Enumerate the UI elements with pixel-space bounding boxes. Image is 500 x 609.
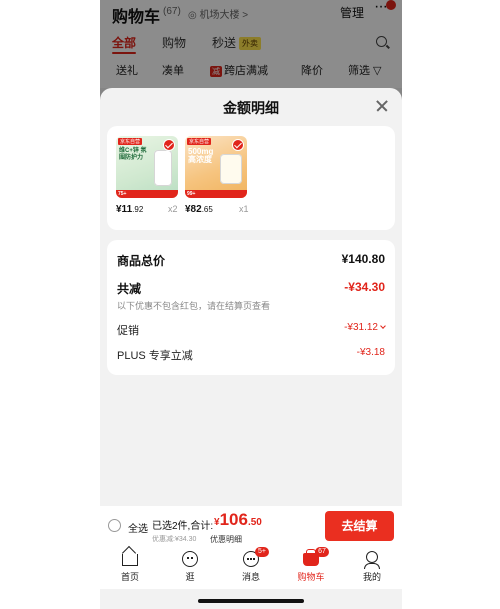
product-image: 京东自营 500mg 高浓度 99+: [185, 136, 247, 198]
product-quantity: x1: [239, 204, 249, 214]
price-decimal: .92: [132, 205, 144, 214]
product-card: 京东自营 维C+锌 氛围防护力 75+ ¥11.92 x2 京东自营 500mg…: [107, 126, 395, 230]
nav-label: 逛: [185, 572, 195, 582]
nav-label: 消息: [241, 572, 260, 582]
product-quantity: x2: [168, 204, 178, 214]
price-decimal: .65: [201, 205, 213, 214]
sheet-title: 金额明细: [223, 100, 279, 116]
promotion-label: 促销: [117, 325, 139, 337]
product-image-text: 500mg 高浓度: [188, 147, 214, 164]
bottom-tab-bar: 首页 逛 5+ 消息 67 购物车 我的: [100, 547, 402, 589]
product-image-text: 维C+锌 氛围防护力: [119, 148, 147, 161]
nav-explore[interactable]: 逛: [165, 549, 215, 589]
nav-cart[interactable]: 67 购物车: [286, 547, 336, 589]
total-price-row: 商品总价 ¥140.80: [117, 252, 385, 270]
discount-value: -¥34.30: [344, 280, 385, 294]
product-tag: 京东自营: [187, 138, 212, 145]
price-summary-card: 商品总价 ¥140.80 共减 -¥34.30 以下优惠不包含红包，请在结算页查…: [107, 240, 395, 375]
checkout-bar: 全选 已选2件,合计: ¥106.50 优惠减:¥34.30 优惠明细 去结算: [100, 506, 402, 549]
plus-discount-label: PLUS 专享立减: [117, 350, 193, 362]
home-icon: [122, 554, 138, 566]
close-icon[interactable]: [375, 99, 389, 113]
discount-detail-link[interactable]: 优惠明细: [210, 534, 242, 545]
amount-decimal: .50: [247, 517, 262, 528]
cart-badge: 67: [315, 547, 329, 557]
promotion-row[interactable]: 促销 -¥31.12: [117, 322, 386, 340]
discount-note: 以下优惠不包含红包，请在结算页查看: [117, 301, 271, 311]
product-image: 京东自营 维C+锌 氛围防护力 75+: [116, 136, 178, 198]
nav-messages[interactable]: 5+ 消息: [226, 547, 276, 589]
bottle-graphic: [220, 154, 242, 184]
bottle-graphic: [154, 150, 172, 186]
discount-summary: 优惠减:¥34.30: [152, 536, 197, 543]
amount-integer: 106: [219, 510, 248, 529]
message-badge: 5+: [255, 547, 269, 557]
price-integer: ¥11: [116, 204, 133, 215]
discount-label: 共减: [117, 282, 142, 296]
total-amount: ¥106.50: [214, 510, 262, 530]
checked-icon: [232, 139, 244, 151]
promo-badge: 75+: [118, 191, 127, 197]
total-price-value: ¥140.80: [341, 252, 385, 266]
nav-label: 首页: [120, 572, 139, 582]
select-all-radio[interactable]: [108, 519, 121, 532]
select-all-label[interactable]: 全选: [128, 520, 148, 535]
home-indicator: [198, 599, 304, 603]
promotion-amount: -¥31.12: [344, 322, 378, 333]
chevron-down-icon: [380, 323, 386, 329]
phone-screen: 购物车 (67) ◎ 机场大楼 > 管理 ··· 全部 购物 秒送 外卖 送礼 …: [100, 0, 402, 609]
product-price: ¥82.65: [185, 204, 213, 215]
plus-discount-row: PLUS 专享立减 -¥3.18: [117, 347, 385, 365]
product-price: ¥11.92: [116, 204, 143, 215]
nav-label: 购物车: [297, 572, 325, 582]
product-tag: 京东自营: [118, 138, 143, 145]
nav-profile[interactable]: 我的: [347, 549, 397, 589]
promotion-value: -¥31.12: [344, 322, 386, 333]
discount-row: 共减 -¥34.30: [117, 280, 385, 298]
nav-label: 我的: [362, 572, 381, 582]
nav-home[interactable]: 首页: [105, 549, 155, 589]
total-price-label: 商品总价: [117, 254, 166, 268]
profile-icon: [364, 551, 380, 569]
checkout-button[interactable]: 去结算: [325, 511, 394, 541]
explore-icon: [182, 551, 198, 567]
checked-icon: [163, 139, 175, 151]
promo-badge: 99+: [187, 191, 196, 197]
selected-summary: 已选2件,合计:: [152, 521, 214, 532]
price-integer: ¥82: [185, 204, 202, 215]
plus-discount-value: -¥3.18: [356, 347, 385, 358]
